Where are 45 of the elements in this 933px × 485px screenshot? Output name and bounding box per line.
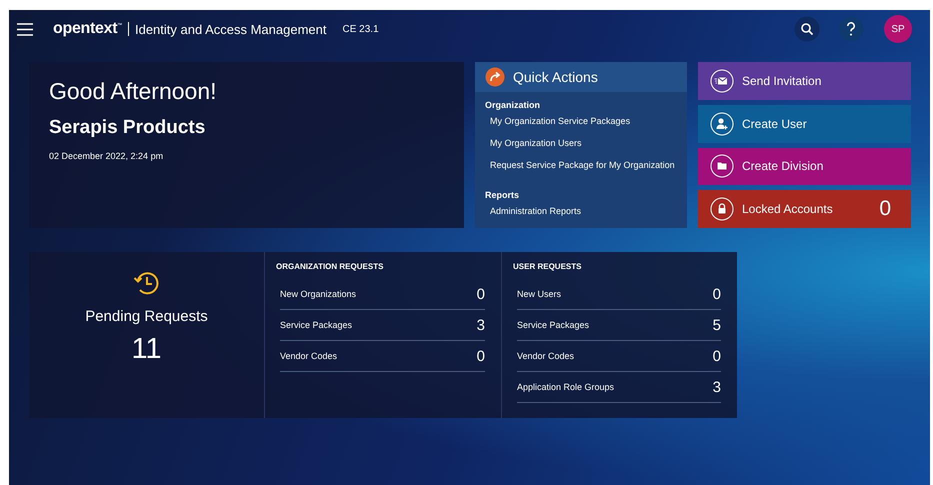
product-name: Identity and Access Management [134, 22, 326, 36]
panel-title: Quick Actions [513, 69, 598, 85]
request-label[interactable]: Service Packages [280, 320, 352, 330]
request-label[interactable]: New Users [517, 289, 562, 299]
request-count: 3 [712, 378, 721, 396]
action-button[interactable]: Locked Accounts 0 [698, 190, 911, 228]
pending-title: Pending Requests [85, 308, 208, 325]
action-button[interactable]: Create User [698, 104, 911, 142]
request-label[interactable]: Vendor Codes [280, 351, 338, 361]
organization-name: Serapis Products [49, 117, 206, 139]
lock-icon [710, 197, 734, 222]
request-label[interactable]: Application Role Groups [517, 382, 614, 392]
request-count: 0 [712, 286, 721, 302]
brand-logo: opentext$^{™}$ [53, 20, 122, 38]
action-button[interactable]: Create Division [698, 148, 911, 186]
request-count: 5 [712, 316, 721, 334]
search-icon[interactable] [794, 16, 820, 42]
greeting-title: Good Afternoon! [49, 78, 218, 105]
quick-action-link[interactable]: Request Service Package for My Organization [490, 160, 675, 170]
request-label[interactable]: Service Packages [517, 320, 590, 330]
quick-action-link[interactable]: My Organization Users [490, 138, 582, 148]
request-label[interactable]: Vendor Codes [517, 351, 574, 361]
request-count: 0 [476, 286, 485, 302]
section-heading: Organization [485, 100, 540, 110]
menu-icon[interactable] [17, 22, 33, 36]
date-time: 02 December 2022, 2:24 pm [49, 151, 164, 161]
user-avatar[interactable]: SP [884, 15, 912, 43]
pending-total: 11 [131, 333, 162, 366]
request-count: 3 [476, 316, 485, 334]
group-title: USER REQUESTS [513, 262, 582, 271]
section-heading: Reports [485, 190, 520, 200]
folder-icon [710, 154, 734, 178]
share-icon [485, 67, 505, 87]
action-button[interactable]: Send Invitation [698, 62, 911, 100]
group-title: ORGANIZATION REQUESTS [276, 262, 384, 271]
help-icon[interactable] [838, 16, 864, 42]
request-count: 0 [712, 348, 721, 364]
request-count: 0 [476, 348, 485, 364]
quick-action-link[interactable]: My Organization Service Packages [490, 116, 630, 126]
version-label: CE 23.1 [342, 24, 379, 34]
request-label[interactable]: New Organizations [280, 289, 356, 299]
envelope-icon [710, 68, 734, 93]
quick-action-link[interactable]: Administration Reports [490, 206, 582, 216]
locked-count: 0 [879, 197, 891, 222]
add-user-icon [710, 112, 734, 136]
